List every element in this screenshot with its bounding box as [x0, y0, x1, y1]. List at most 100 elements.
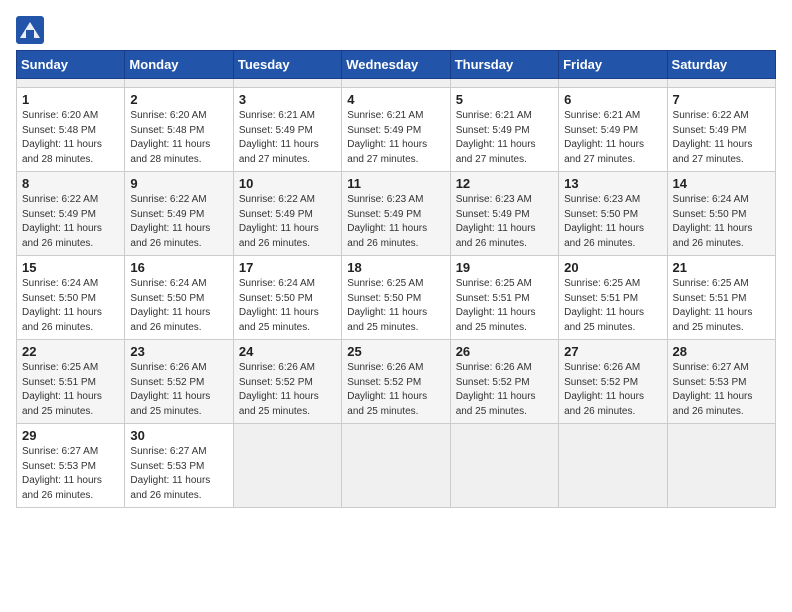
day-number: 5: [456, 92, 553, 107]
day-info: Sunrise: 6:25 AM Sunset: 5:51 PM Dayligh…: [22, 361, 119, 419]
day-number: 15: [22, 260, 119, 275]
calendar-cell: 6 Sunrise: 6:21 AM Sunset: 5:49 PM Dayli…: [559, 88, 667, 172]
calendar-cell: [450, 79, 558, 88]
calendar-cell: [559, 79, 667, 88]
calendar-cell: 18 Sunrise: 6:25 AM Sunset: 5:50 PM Dayl…: [342, 256, 450, 340]
day-info: Sunrise: 6:27 AM Sunset: 5:53 PM Dayligh…: [673, 361, 770, 419]
day-number: 16: [130, 260, 227, 275]
calendar-cell: [342, 424, 450, 508]
calendar-week-3: 15 Sunrise: 6:24 AM Sunset: 5:50 PM Dayl…: [17, 256, 776, 340]
day-number: 11: [347, 176, 444, 191]
day-info: Sunrise: 6:25 AM Sunset: 5:51 PM Dayligh…: [456, 277, 553, 335]
calendar-cell: 20 Sunrise: 6:25 AM Sunset: 5:51 PM Dayl…: [559, 256, 667, 340]
calendar-cell: 15 Sunrise: 6:24 AM Sunset: 5:50 PM Dayl…: [17, 256, 125, 340]
day-number: 21: [673, 260, 770, 275]
day-number: 20: [564, 260, 661, 275]
day-number: 23: [130, 344, 227, 359]
header-monday: Monday: [125, 51, 233, 79]
day-number: 9: [130, 176, 227, 191]
day-info: Sunrise: 6:25 AM Sunset: 5:51 PM Dayligh…: [673, 277, 770, 335]
day-info: Sunrise: 6:22 AM Sunset: 5:49 PM Dayligh…: [130, 193, 227, 251]
calendar-cell: 19 Sunrise: 6:25 AM Sunset: 5:51 PM Dayl…: [450, 256, 558, 340]
calendar-week-4: 22 Sunrise: 6:25 AM Sunset: 5:51 PM Dayl…: [17, 340, 776, 424]
day-info: Sunrise: 6:23 AM Sunset: 5:50 PM Dayligh…: [564, 193, 661, 251]
day-info: Sunrise: 6:20 AM Sunset: 5:48 PM Dayligh…: [22, 109, 119, 167]
calendar-cell: 13 Sunrise: 6:23 AM Sunset: 5:50 PM Dayl…: [559, 172, 667, 256]
day-number: 3: [239, 92, 336, 107]
day-number: 25: [347, 344, 444, 359]
day-info: Sunrise: 6:23 AM Sunset: 5:49 PM Dayligh…: [347, 193, 444, 251]
day-number: 4: [347, 92, 444, 107]
calendar-cell: 3 Sunrise: 6:21 AM Sunset: 5:49 PM Dayli…: [233, 88, 341, 172]
day-info: Sunrise: 6:21 AM Sunset: 5:49 PM Dayligh…: [564, 109, 661, 167]
calendar-cell: [233, 424, 341, 508]
day-info: Sunrise: 6:23 AM Sunset: 5:49 PM Dayligh…: [456, 193, 553, 251]
calendar-week-1: 1 Sunrise: 6:20 AM Sunset: 5:48 PM Dayli…: [17, 88, 776, 172]
calendar-cell: 17 Sunrise: 6:24 AM Sunset: 5:50 PM Dayl…: [233, 256, 341, 340]
calendar-cell: 5 Sunrise: 6:21 AM Sunset: 5:49 PM Dayli…: [450, 88, 558, 172]
calendar-cell: 11 Sunrise: 6:23 AM Sunset: 5:49 PM Dayl…: [342, 172, 450, 256]
day-number: 24: [239, 344, 336, 359]
calendar-cell: [125, 79, 233, 88]
calendar-cell: 27 Sunrise: 6:26 AM Sunset: 5:52 PM Dayl…: [559, 340, 667, 424]
day-number: 29: [22, 428, 119, 443]
day-info: Sunrise: 6:25 AM Sunset: 5:50 PM Dayligh…: [347, 277, 444, 335]
calendar-cell: 4 Sunrise: 6:21 AM Sunset: 5:49 PM Dayli…: [342, 88, 450, 172]
day-info: Sunrise: 6:24 AM Sunset: 5:50 PM Dayligh…: [673, 193, 770, 251]
day-number: 27: [564, 344, 661, 359]
header-tuesday: Tuesday: [233, 51, 341, 79]
day-info: Sunrise: 6:21 AM Sunset: 5:49 PM Dayligh…: [347, 109, 444, 167]
day-info: Sunrise: 6:27 AM Sunset: 5:53 PM Dayligh…: [22, 445, 119, 503]
day-info: Sunrise: 6:20 AM Sunset: 5:48 PM Dayligh…: [130, 109, 227, 167]
day-number: 19: [456, 260, 553, 275]
calendar-cell: [667, 79, 775, 88]
day-number: 22: [22, 344, 119, 359]
calendar-cell: 28 Sunrise: 6:27 AM Sunset: 5:53 PM Dayl…: [667, 340, 775, 424]
day-info: Sunrise: 6:21 AM Sunset: 5:49 PM Dayligh…: [456, 109, 553, 167]
calendar-cell: 12 Sunrise: 6:23 AM Sunset: 5:49 PM Dayl…: [450, 172, 558, 256]
calendar-table: SundayMondayTuesdayWednesdayThursdayFrid…: [16, 50, 776, 508]
day-info: Sunrise: 6:27 AM Sunset: 5:53 PM Dayligh…: [130, 445, 227, 503]
day-info: Sunrise: 6:26 AM Sunset: 5:52 PM Dayligh…: [347, 361, 444, 419]
calendar-cell: [342, 79, 450, 88]
day-info: Sunrise: 6:21 AM Sunset: 5:49 PM Dayligh…: [239, 109, 336, 167]
header-sunday: Sunday: [17, 51, 125, 79]
day-info: Sunrise: 6:25 AM Sunset: 5:51 PM Dayligh…: [564, 277, 661, 335]
calendar-week-5: 29 Sunrise: 6:27 AM Sunset: 5:53 PM Dayl…: [17, 424, 776, 508]
day-info: Sunrise: 6:22 AM Sunset: 5:49 PM Dayligh…: [239, 193, 336, 251]
calendar-cell: [559, 424, 667, 508]
calendar-cell: [233, 79, 341, 88]
day-number: 17: [239, 260, 336, 275]
day-info: Sunrise: 6:22 AM Sunset: 5:49 PM Dayligh…: [22, 193, 119, 251]
calendar-cell: [667, 424, 775, 508]
calendar-cell: 8 Sunrise: 6:22 AM Sunset: 5:49 PM Dayli…: [17, 172, 125, 256]
day-info: Sunrise: 6:26 AM Sunset: 5:52 PM Dayligh…: [239, 361, 336, 419]
page-header: [16, 16, 776, 44]
day-info: Sunrise: 6:26 AM Sunset: 5:52 PM Dayligh…: [130, 361, 227, 419]
header-wednesday: Wednesday: [342, 51, 450, 79]
calendar-cell: 10 Sunrise: 6:22 AM Sunset: 5:49 PM Dayl…: [233, 172, 341, 256]
calendar-week-0: [17, 79, 776, 88]
header-friday: Friday: [559, 51, 667, 79]
day-number: 13: [564, 176, 661, 191]
logo: [16, 16, 48, 44]
logo-icon: [16, 16, 44, 44]
calendar-cell: 25 Sunrise: 6:26 AM Sunset: 5:52 PM Dayl…: [342, 340, 450, 424]
header-thursday: Thursday: [450, 51, 558, 79]
day-number: 10: [239, 176, 336, 191]
calendar-cell: 23 Sunrise: 6:26 AM Sunset: 5:52 PM Dayl…: [125, 340, 233, 424]
calendar-header: SundayMondayTuesdayWednesdayThursdayFrid…: [17, 51, 776, 79]
day-info: Sunrise: 6:24 AM Sunset: 5:50 PM Dayligh…: [22, 277, 119, 335]
calendar-cell: 22 Sunrise: 6:25 AM Sunset: 5:51 PM Dayl…: [17, 340, 125, 424]
day-number: 8: [22, 176, 119, 191]
day-number: 14: [673, 176, 770, 191]
day-number: 18: [347, 260, 444, 275]
day-info: Sunrise: 6:24 AM Sunset: 5:50 PM Dayligh…: [239, 277, 336, 335]
calendar-cell: 1 Sunrise: 6:20 AM Sunset: 5:48 PM Dayli…: [17, 88, 125, 172]
calendar-cell: 7 Sunrise: 6:22 AM Sunset: 5:49 PM Dayli…: [667, 88, 775, 172]
calendar-cell: 9 Sunrise: 6:22 AM Sunset: 5:49 PM Dayli…: [125, 172, 233, 256]
day-number: 1: [22, 92, 119, 107]
day-info: Sunrise: 6:24 AM Sunset: 5:50 PM Dayligh…: [130, 277, 227, 335]
calendar-cell: [450, 424, 558, 508]
day-number: 2: [130, 92, 227, 107]
